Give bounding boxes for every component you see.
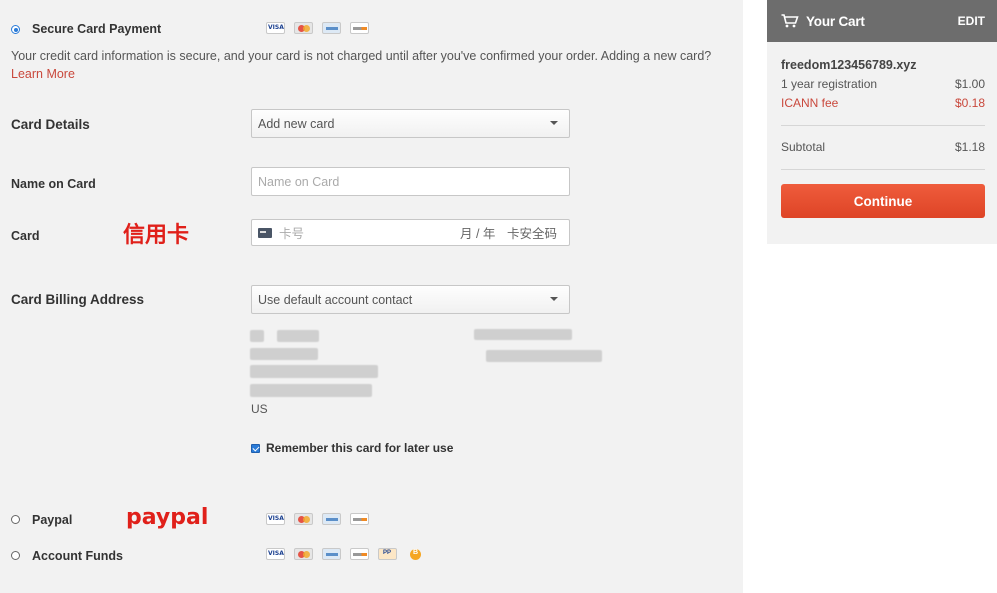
chevron-down-icon <box>550 297 558 301</box>
card-label: Card <box>11 229 40 243</box>
cart-line-item: 1 year registration $1.00 <box>781 77 985 91</box>
name-on-card-input[interactable]: Name on Card <box>251 167 570 196</box>
cart-edit-link[interactable]: EDIT <box>958 14 985 28</box>
paypal-logos <box>266 513 369 525</box>
visa-icon <box>266 548 285 560</box>
discover-icon <box>350 513 369 525</box>
card-annotation: 信用卡 <box>123 223 190 248</box>
card-expiry-placeholder[interactable]: 月 / 年 <box>460 223 495 242</box>
account-funds-logos <box>266 548 421 560</box>
mastercard-icon <box>294 513 313 525</box>
shopping-cart-icon <box>781 14 799 28</box>
subtotal-value: $1.18 <box>954 140 985 154</box>
card-number-input[interactable]: 卡号 月 / 年 卡安全码 <box>251 219 570 246</box>
amex-icon <box>322 548 341 560</box>
bitcoin-icon <box>410 548 421 560</box>
paypal-radio[interactable] <box>11 515 20 524</box>
name-on-card-label: Name on Card <box>11 177 96 191</box>
card-number-placeholder: 卡号 <box>279 227 305 241</box>
paypal-icon <box>378 548 397 560</box>
billing-address-select[interactable]: Use default account contact <box>251 285 570 314</box>
cart-body: freedom123456789.xyz 1 year registration… <box>767 42 997 218</box>
paypal-label[interactable]: Paypal <box>32 513 72 527</box>
amex-icon <box>322 513 341 525</box>
account-funds-radio[interactable] <box>11 551 20 560</box>
remember-card-checkbox[interactable] <box>251 444 260 453</box>
cart-item-price: $0.18 <box>954 96 985 110</box>
remember-card-label[interactable]: Remember this card for later use <box>266 441 453 455</box>
account-funds-label[interactable]: Account Funds <box>32 549 123 563</box>
cart-domain: freedom123456789.xyz <box>781 58 917 72</box>
mastercard-icon <box>294 22 313 34</box>
card-cvc-placeholder[interactable]: 卡安全码 <box>507 223 557 242</box>
cart-item-label: ICANN fee <box>781 96 839 110</box>
card-details-value: Add new card <box>258 116 335 131</box>
paypal-annotation: paypal <box>126 505 209 530</box>
card-details-select[interactable]: Add new card <box>251 109 570 138</box>
security-info-text: Your credit card information is secure, … <box>11 49 712 63</box>
billing-country: US <box>251 402 268 416</box>
payment-panel: Secure Card Payment Your credit card inf… <box>0 0 743 593</box>
divider <box>781 125 985 126</box>
mastercard-icon <box>294 548 313 560</box>
name-on-card-placeholder: Name on Card <box>258 174 340 189</box>
secure-card-logos <box>266 22 369 34</box>
secure-card-label[interactable]: Secure Card Payment <box>32 22 161 36</box>
cart-item-label: 1 year registration <box>781 77 878 91</box>
cart-header: Your Cart EDIT <box>767 0 997 42</box>
cart-item-price: $1.00 <box>954 77 985 91</box>
amex-icon <box>322 22 341 34</box>
chevron-down-icon <box>550 121 558 125</box>
divider <box>781 169 985 170</box>
billing-address-value: Use default account contact <box>258 292 413 307</box>
learn-more-link[interactable]: Learn More <box>11 67 75 81</box>
cart-panel: Your Cart EDIT freedom123456789.xyz 1 ye… <box>767 0 997 244</box>
visa-icon <box>266 22 285 34</box>
discover-icon <box>350 548 369 560</box>
secure-card-radio[interactable] <box>11 25 20 34</box>
credit-card-icon <box>258 227 272 238</box>
discover-icon <box>350 22 369 34</box>
cart-line-item: ICANN fee $0.18 <box>781 96 985 110</box>
continue-button[interactable]: Continue <box>781 184 985 218</box>
security-info: Your credit card information is secure, … <box>11 47 721 83</box>
card-details-label: Card Details <box>11 117 90 132</box>
cart-subtotal: Subtotal $1.18 <box>781 140 985 154</box>
billing-address-label: Card Billing Address <box>11 292 145 307</box>
cart-title: Your Cart <box>806 13 865 29</box>
visa-icon <box>266 513 285 525</box>
subtotal-label: Subtotal <box>781 140 826 154</box>
